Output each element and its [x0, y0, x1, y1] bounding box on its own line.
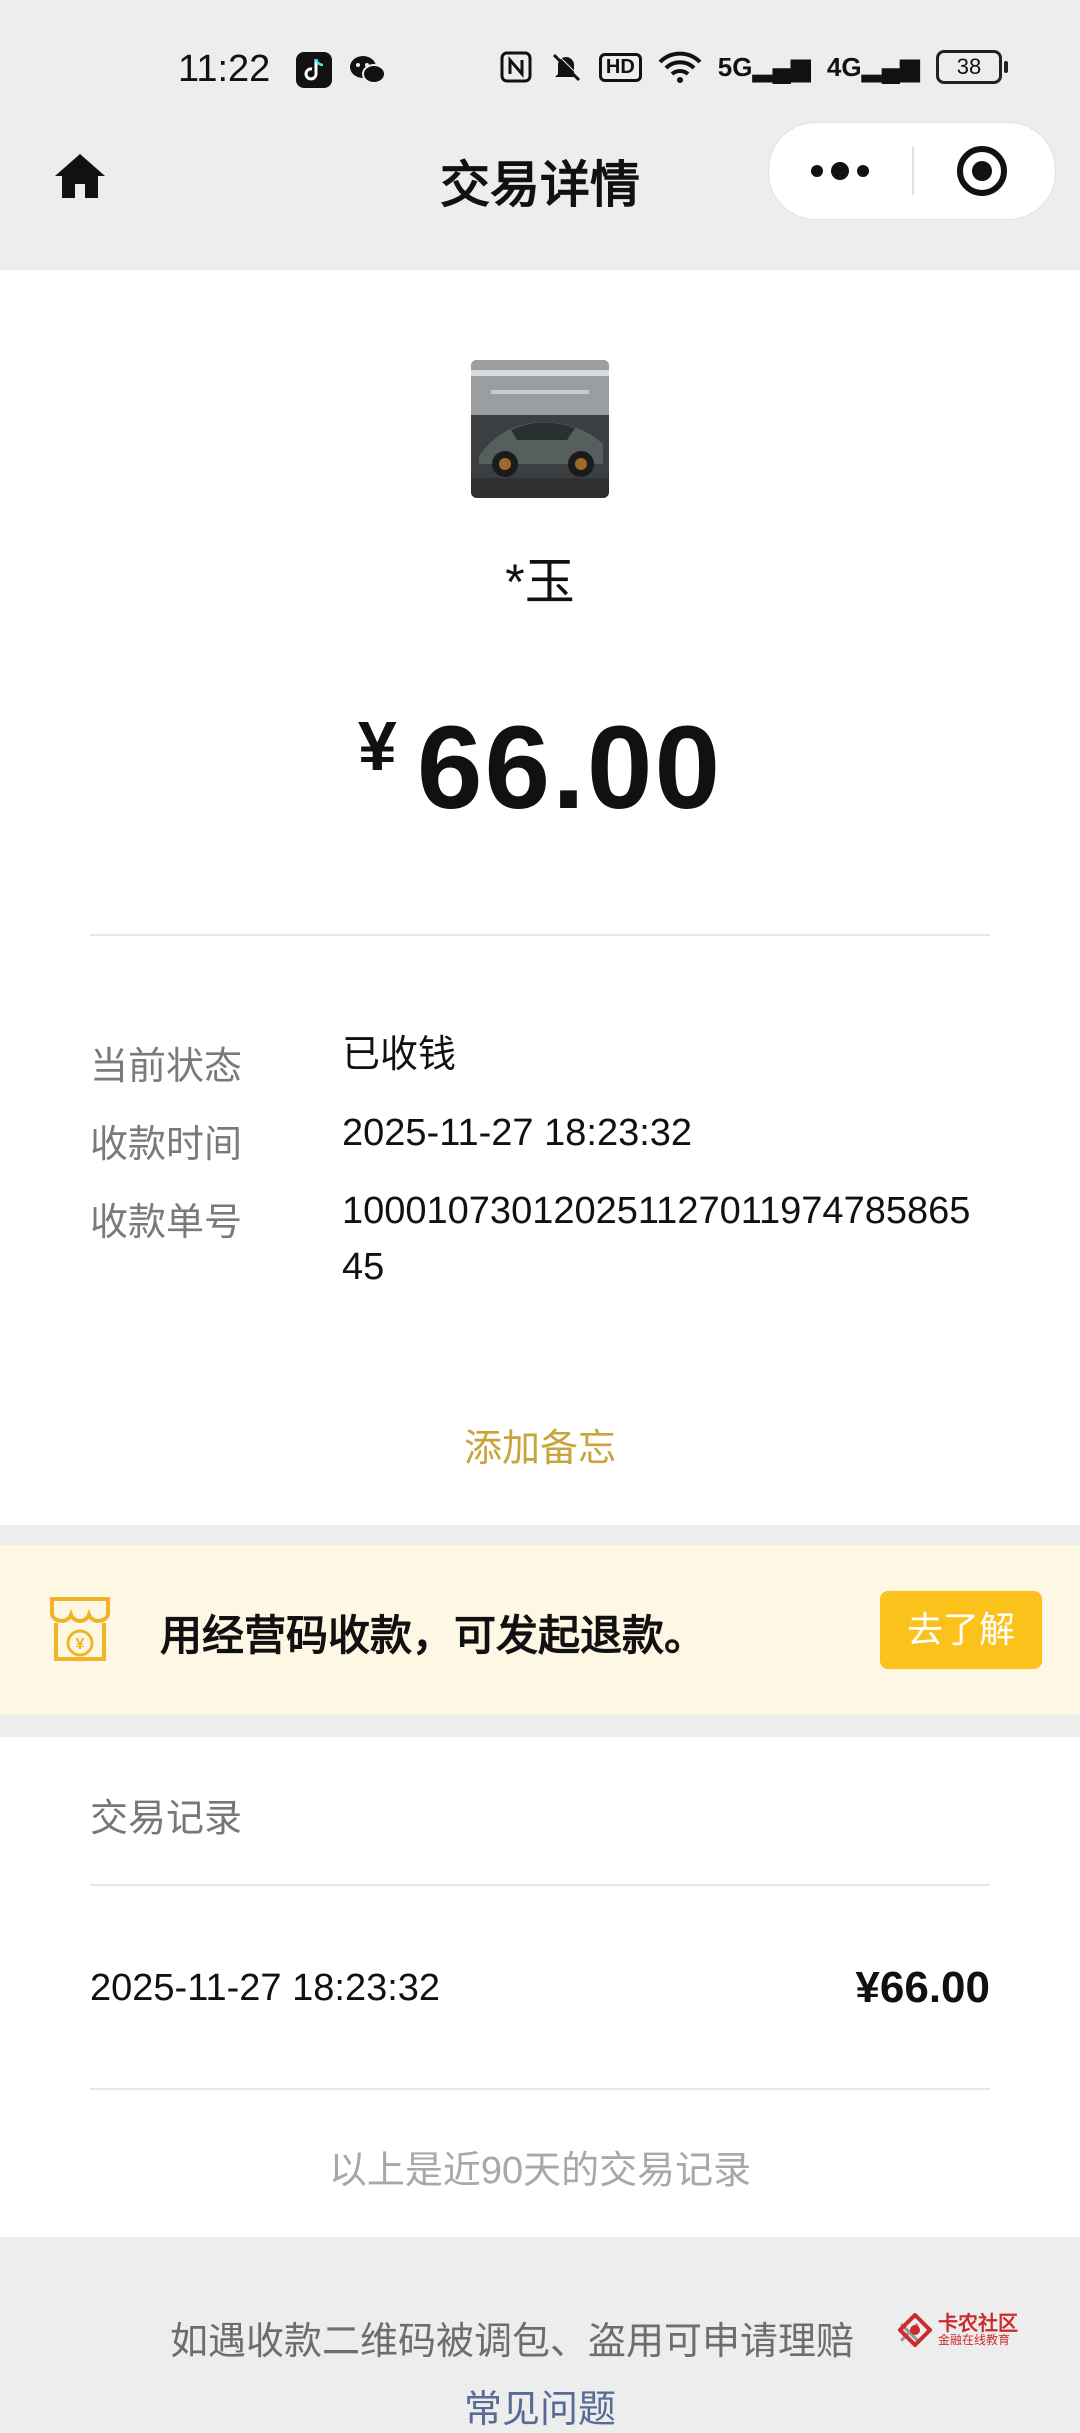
- payer-avatar: [471, 360, 609, 498]
- network-4g-label: 4G: [826, 51, 862, 82]
- top-bar: 11:22 HD 5G▂▄▆ 4G▂▄▆ 38 交易详情: [0, 0, 1080, 270]
- shop-code-icon: ¥: [48, 1595, 112, 1665]
- watermark-logo: 卡农社区 金融在线教育: [898, 2307, 1028, 2357]
- status-value: 已收钱: [342, 1034, 457, 1076]
- signal-5g: 5G▂▄▆: [717, 51, 811, 82]
- hd-badge: HD: [598, 52, 642, 82]
- divider: [90, 934, 990, 936]
- records-title: 交易记录: [90, 1798, 243, 1840]
- shop-icon-symbol: ¥: [76, 1636, 85, 1653]
- divider: [90, 1884, 990, 1886]
- close-mini-program-icon[interactable]: [955, 144, 1009, 198]
- learn-more-button[interactable]: 去了解: [880, 1591, 1042, 1669]
- banner-text: 用经营码收款，可发起退款。: [160, 1612, 707, 1659]
- status-label: 当前状态: [90, 1046, 243, 1088]
- currency-symbol: ¥: [357, 707, 397, 785]
- transaction-records: 交易记录 2025-11-27 18:23:32 ¥66.00 以上是近90天的…: [0, 1737, 1080, 2237]
- status-icons: HD 5G▂▄▆ 4G▂▄▆ 38: [499, 50, 1008, 84]
- tiktok-icon: [296, 52, 332, 88]
- faq-link[interactable]: 常见问题: [0, 2378, 1080, 2433]
- bell-mute-icon: [552, 52, 582, 82]
- more-icon[interactable]: [805, 149, 875, 193]
- battery-indicator: 38: [936, 50, 1008, 84]
- promo-banner: ¥ 用经营码收款，可发起退款。 去了解: [0, 1545, 1080, 1715]
- capsule-divider: [912, 147, 914, 195]
- watermark-sub: 金融在线教育: [938, 2333, 1011, 2347]
- records-footer: 以上是近90天的交易记录: [328, 2150, 752, 2192]
- claim-notice[interactable]: 如遇收款二维码被调包、盗用可申请理赔: [170, 2310, 854, 2365]
- payer-name: *玉: [505, 554, 575, 610]
- mini-program-capsule: [768, 122, 1056, 220]
- time-value: 2025-11-27 18:23:32: [342, 1112, 693, 1154]
- record-amount: ¥66.00: [855, 1963, 990, 2012]
- wechat-icon: [348, 52, 386, 88]
- payment-card: *玉 ¥66.00 当前状态 已收钱 收款时间 2025-11-27 18:23…: [0, 270, 1080, 1525]
- network-5g-label: 5G: [717, 51, 753, 82]
- payment-amount: ¥66.00: [0, 700, 1080, 836]
- order-number-value: 100010730120251127011974785865 45: [342, 1190, 971, 1288]
- status-time: 11:22: [178, 48, 271, 90]
- wifi-icon: [658, 51, 702, 83]
- order-number-label: 收款单号: [90, 1202, 243, 1244]
- signal-4g: 4G▂▄▆: [826, 51, 920, 82]
- watermark-icon: [898, 2313, 932, 2347]
- divider: [90, 2088, 990, 2090]
- time-label: 收款时间: [90, 1124, 243, 1166]
- add-memo-link[interactable]: 添加备忘: [0, 1417, 1080, 1472]
- amount-value: 66.00: [416, 702, 723, 834]
- nfc-icon: [500, 51, 532, 83]
- record-date: 2025-11-27 18:23:32: [90, 1967, 441, 2009]
